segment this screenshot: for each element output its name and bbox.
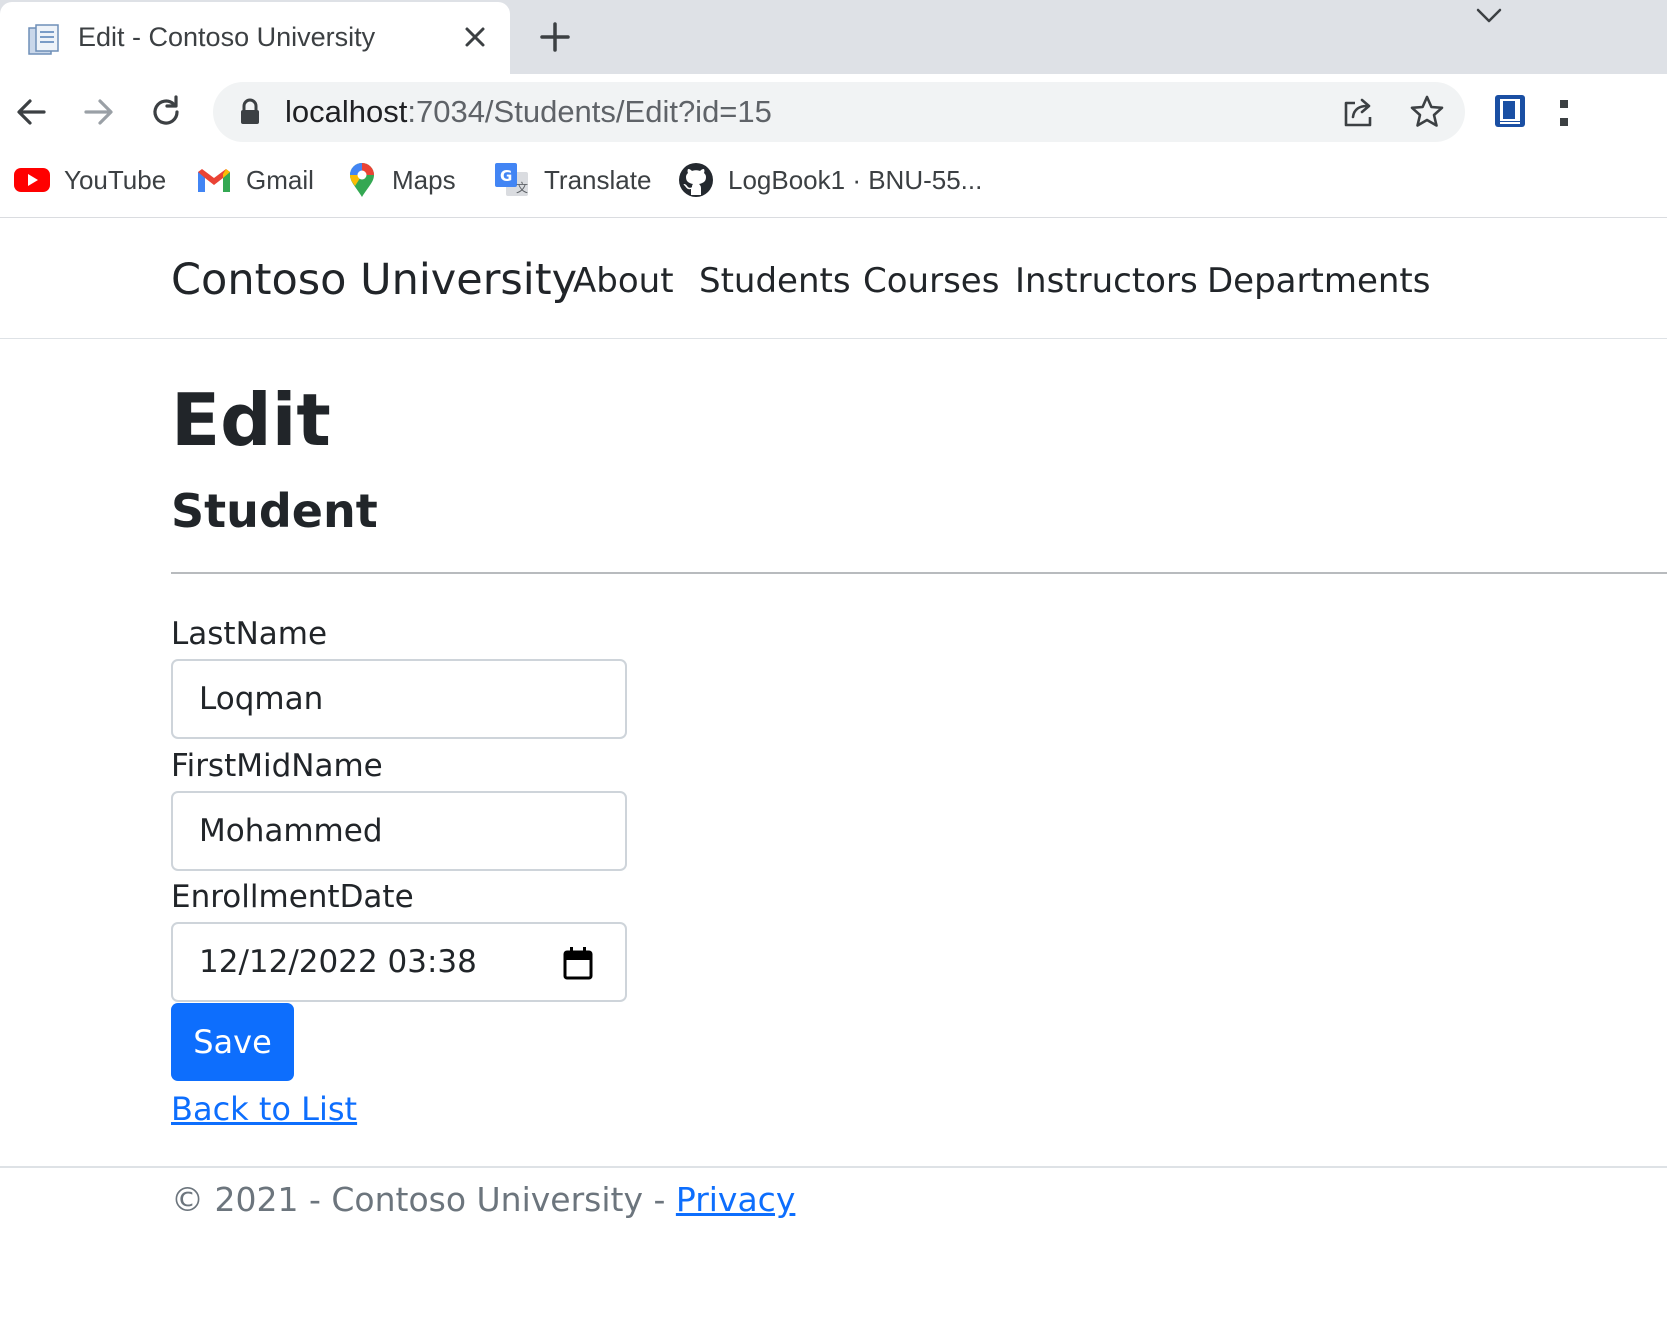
nav-link-courses[interactable]: Courses [863, 261, 999, 301]
last-name-input[interactable]: Loqman [171, 659, 627, 739]
last-name-label: LastName [171, 616, 328, 652]
svg-text:文: 文 [516, 180, 528, 195]
divider [171, 572, 1667, 574]
nav-link-departments[interactable]: Departments [1207, 261, 1430, 301]
browser-tab[interactable]: Edit - Contoso University [0, 2, 510, 74]
footer-text: © 2021 - Contoso University - Privacy [171, 1180, 795, 1219]
privacy-link[interactable]: Privacy [676, 1180, 795, 1219]
browser-toolbar: localhost:7034/Students/Edit?id=15 [0, 74, 1667, 150]
enrollment-date-input[interactable]: 12/12/2022 03:38 [171, 922, 627, 1002]
github-icon [679, 163, 713, 197]
enrollment-date-value: 12/12/2022 03:38 [199, 944, 477, 980]
svg-text:G: G [500, 167, 512, 185]
first-mid-name-label: FirstMidName [171, 748, 383, 784]
new-tab-plus-icon[interactable] [538, 20, 572, 54]
nav-link-about[interactable]: About [573, 261, 674, 301]
nav-link-students[interactable]: Students [699, 261, 851, 301]
bookmark-gmail[interactable]: Gmail [196, 160, 314, 200]
page-subtitle: Student [171, 484, 378, 538]
first-mid-name-value: Mohammed [199, 813, 383, 849]
url-text[interactable]: localhost:7034/Students/Edit?id=15 [285, 94, 772, 130]
bookmark-maps[interactable]: Maps [346, 160, 456, 200]
document-icon [28, 24, 59, 55]
bookmark-label: Maps [392, 164, 456, 195]
back-arrow-icon[interactable] [14, 94, 50, 130]
bookmark-label: Translate [544, 164, 652, 195]
bookmarks-bar: YouTube Gmail Maps G 文 Translate LogBook… [0, 150, 1667, 218]
forward-arrow-icon[interactable] [80, 94, 116, 130]
last-name-value: Loqman [199, 681, 324, 717]
bookmark-logbook[interactable]: LogBook1 · BNU-55... [678, 160, 982, 200]
bookmark-translate[interactable]: G 文 Translate [494, 160, 651, 200]
reading-list-icon[interactable] [1492, 92, 1528, 130]
bookmark-label: Gmail [246, 164, 314, 195]
translate-icon: G 文 [495, 163, 528, 196]
bookmark-star-icon[interactable] [1409, 94, 1445, 130]
page-title: Edit [171, 378, 331, 462]
site-footer: © 2021 - Contoso University - Privacy [0, 1166, 1667, 1336]
browser-tabstrip: Edit - Contoso University [0, 0, 1667, 74]
reload-icon[interactable] [148, 94, 184, 130]
close-tab-icon[interactable] [460, 22, 490, 52]
bookmark-label: LogBook1 · BNU-55... [728, 164, 983, 195]
save-button[interactable]: Save [171, 1003, 294, 1081]
tab-title: Edit - Contoso University [78, 22, 376, 52]
site-brand-link[interactable]: Contoso University [171, 255, 577, 305]
calendar-icon[interactable] [563, 946, 593, 980]
gmail-icon [198, 169, 230, 192]
url-path: :7034/Students/Edit?id=15 [407, 94, 772, 129]
maps-icon [350, 163, 374, 197]
url-host: localhost [285, 94, 408, 129]
youtube-icon [14, 168, 50, 192]
copyright-text: © 2021 - Contoso University - [171, 1180, 676, 1219]
bookmark-youtube[interactable]: YouTube [14, 160, 166, 200]
lock-icon[interactable] [239, 98, 261, 126]
share-icon[interactable] [1341, 95, 1377, 129]
enrollment-date-label: EnrollmentDate [171, 879, 414, 915]
first-mid-name-input[interactable]: Mohammed [171, 791, 627, 871]
bookmark-label: YouTube [64, 164, 167, 195]
tab-search-chevron-icon[interactable] [1474, 4, 1504, 28]
address-bar[interactable]: localhost:7034/Students/Edit?id=15 [213, 82, 1465, 142]
browser-menu-icon[interactable] [1560, 98, 1568, 128]
back-to-list-link[interactable]: Back to List [171, 1090, 357, 1128]
nav-link-instructors[interactable]: Instructors [1015, 261, 1198, 301]
site-navbar: Contoso University About Students Course… [0, 219, 1667, 339]
